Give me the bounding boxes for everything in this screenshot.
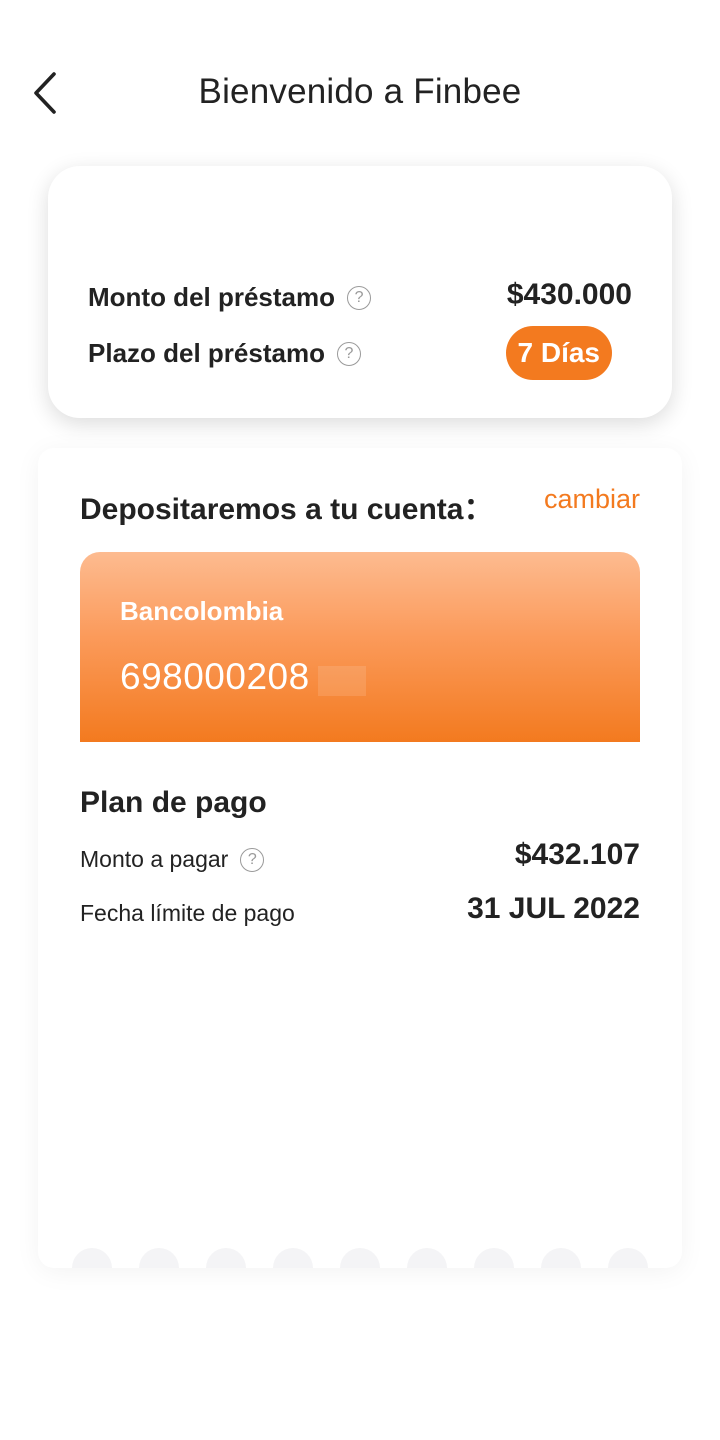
- ticket-notch: [407, 1248, 447, 1268]
- account-number: 698000208: [120, 656, 310, 697]
- deposit-title: Depositaremos a tu cuenta：: [80, 493, 494, 526]
- header: Bienvenido a Finbee: [0, 0, 720, 190]
- payment-plan-title: Plan de pago: [80, 786, 267, 819]
- main-panel: Depositaremos a tu cuenta： cambiar Banco…: [38, 448, 682, 1268]
- loan-term-row: Plazo del préstamo ? 7 Días: [88, 326, 632, 380]
- help-icon[interactable]: ?: [336, 341, 361, 366]
- amount-to-pay-row: Monto a pagar ? $432.107: [80, 838, 640, 878]
- ticket-notch: [340, 1248, 380, 1268]
- account-number-mask: [318, 666, 366, 696]
- bank-name: Bancolombia: [120, 596, 284, 626]
- loan-term-badge: 7 Días: [505, 326, 612, 380]
- change-account-link[interactable]: cambiar: [544, 484, 640, 515]
- help-icon[interactable]: ?: [347, 285, 372, 310]
- page: Bienvenido a Finbee Monto del préstamo ?…: [0, 0, 720, 1440]
- ticket-notch: [206, 1248, 246, 1268]
- ticket-notch: [139, 1248, 179, 1268]
- ticket-notch: [608, 1248, 648, 1268]
- loan-term-label-group: Plazo del préstamo ?: [88, 338, 361, 369]
- loan-amount-row: Monto del préstamo ? $430.000: [88, 278, 632, 318]
- amount-to-pay-label: Monto a pagar: [80, 846, 229, 872]
- loan-amount-value: $430.000: [506, 278, 632, 311]
- due-date-label: Fecha límite de pago: [80, 900, 295, 926]
- ticket-notch: [474, 1248, 514, 1268]
- page-title: Bienvenido a Finbee: [198, 72, 522, 111]
- loan-term-label: Plazo del préstamo: [88, 338, 325, 368]
- ticket-notch: [273, 1248, 313, 1268]
- due-date-value: 31 JUL 2022: [467, 892, 640, 925]
- loan-amount-label: Monto del préstamo: [88, 282, 336, 312]
- ticket-notch: [541, 1248, 581, 1268]
- amount-to-pay-label-group: Monto a pagar ?: [80, 846, 265, 873]
- bank-account-card: Bancolombia 698000208: [80, 552, 640, 742]
- loan-amount-label-group: Monto del préstamo ?: [88, 282, 372, 313]
- ticket-notch: [72, 1248, 112, 1268]
- amount-to-pay-value: $432.107: [514, 838, 640, 871]
- loan-summary-card: Monto del préstamo ? $430.000 Plazo del …: [48, 166, 672, 418]
- ticket-edge: [38, 1248, 682, 1268]
- help-icon[interactable]: ?: [240, 847, 265, 872]
- due-date-row: Fecha límite de pago 31 JUL 2022: [80, 892, 640, 932]
